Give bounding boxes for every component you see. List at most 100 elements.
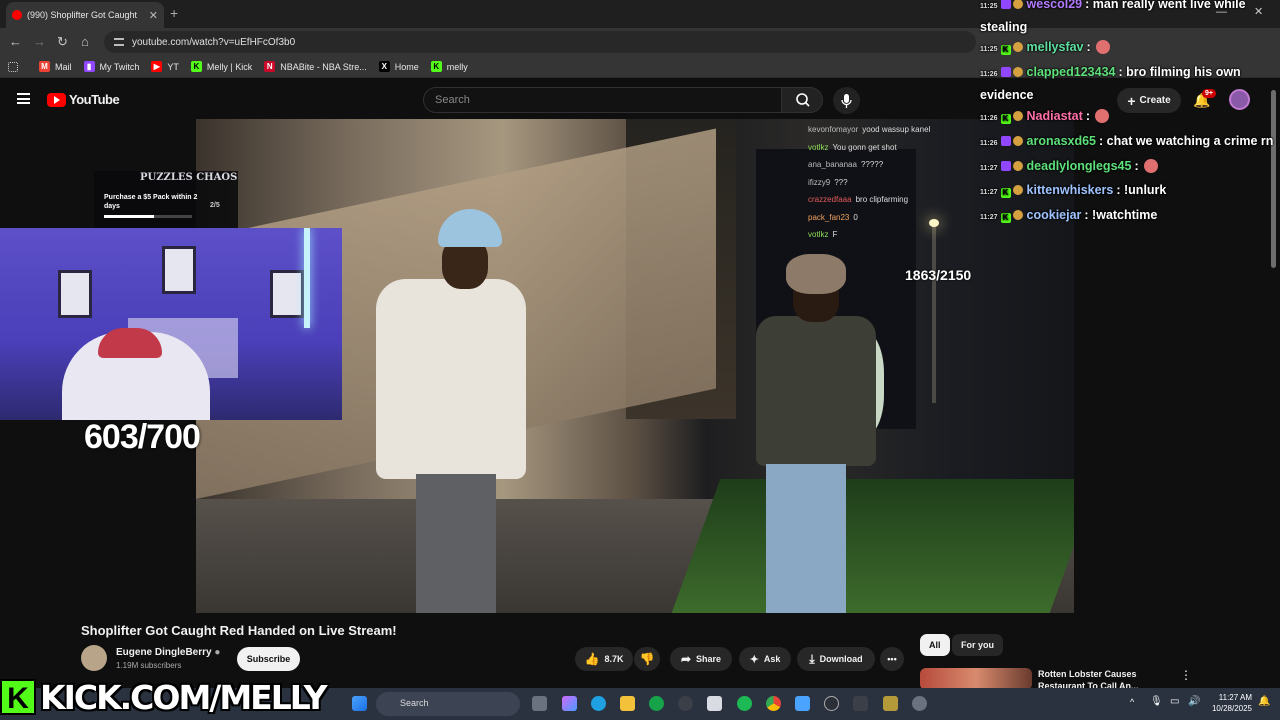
bookmark-mail[interactable]: M Mail <box>39 61 72 72</box>
bookmark-my-twitch[interactable]: ▮ My Twitch <box>83 61 139 72</box>
chat-message: 11:25 wescol29: man really went live whil… <box>980 0 1276 37</box>
video-chat-text: You gonn get shot <box>832 142 897 152</box>
bookmark-melly[interactable]: Kmelly <box>430 61 468 72</box>
taskbar-clock[interactable]: 11:27 AM 10/28/2025 <box>1206 692 1252 714</box>
tab-title: (990) Shoplifter Got Caught <box>27 10 138 20</box>
subscribe-button[interactable]: Subscribe <box>237 647 300 671</box>
channel-avatar[interactable] <box>81 645 107 671</box>
tray-chevron-icon[interactable]: ^ <box>1130 697 1134 707</box>
sponsor-overlay: PUZZLES CHAOS Purchase a $5 Pack within … <box>94 171 238 228</box>
led-strip <box>304 228 310 328</box>
chat-username: wescol29 <box>1026 0 1083 11</box>
chip-for-you[interactable]: For you <box>952 634 1003 656</box>
close-tab-icon[interactable]: ✕ <box>149 9 158 22</box>
copilot-icon[interactable] <box>562 696 577 711</box>
chat-timestamp: 11:25 <box>980 3 998 10</box>
app-icon[interactable] <box>853 696 868 711</box>
back-icon[interactable]: ← <box>9 34 22 49</box>
chat-text: : man really went live while <box>1085 0 1246 11</box>
file-explorer-icon[interactable] <box>620 696 635 711</box>
twitch-platform-icon <box>1000 0 1011 9</box>
chat-badge-icon <box>1012 210 1023 220</box>
app-icon-2[interactable] <box>883 696 898 711</box>
task-view-icon[interactable] <box>532 696 547 711</box>
ask-button[interactable]: ✦ Ask <box>739 647 791 671</box>
site-info-icon[interactable] <box>114 38 124 46</box>
voice-search-button[interactable] <box>833 87 860 114</box>
photos-icon[interactable] <box>795 696 810 711</box>
more-actions-button[interactable]: ••• <box>880 647 904 671</box>
chat-username: cookiejar <box>1026 208 1082 222</box>
chat-text: : !unlurk <box>1116 183 1167 197</box>
channel-name[interactable]: Eugene DingleBerry ● <box>116 647 220 658</box>
edge-icon[interactable] <box>591 696 606 711</box>
clock-time: 11:27 AM <box>1218 693 1252 702</box>
chat-username: kittenwhiskers <box>1026 183 1114 197</box>
reload-icon[interactable]: ↻ <box>57 34 68 50</box>
share-button[interactable]: ➦ Share <box>670 647 732 671</box>
recommended-thumbnail[interactable] <box>920 668 1032 690</box>
github-icon[interactable] <box>678 696 693 711</box>
browser-tab-active[interactable]: (990) Shoplifter Got Caught ✕ <box>6 2 164 28</box>
kick-icon: K <box>190 61 202 72</box>
new-tab-icon[interactable]: + <box>170 5 178 21</box>
chat-message: 11:26 clapped123434: bro filming his own e… <box>980 62 1276 105</box>
video-chat-line: votlkz F <box>808 226 978 244</box>
store-icon[interactable] <box>707 696 722 711</box>
settings-gear-icon[interactable] <box>912 696 927 711</box>
bookmark-nbabite[interactable]: N NBABite - NBA Stre... <box>264 61 367 72</box>
search-button[interactable] <box>781 87 823 113</box>
taskbar-search-label: Search <box>400 698 429 708</box>
network-icon[interactable]: ▭ <box>1170 696 1179 707</box>
apps-grid-icon[interactable] <box>8 61 23 72</box>
verified-icon: ● <box>214 647 221 658</box>
bookmark-melly-kick[interactable]: K Melly | Kick <box>190 61 252 72</box>
video-chat-line: ifizzy9??? <box>808 174 978 192</box>
puzzles-chaos-logo: PUZZLES CHAOS <box>140 172 238 183</box>
thumbs-down-icon: 👎 <box>639 652 655 666</box>
volume-icon[interactable]: 🔊 <box>1188 696 1200 707</box>
video-chat-user: ifizzy9 <box>808 177 831 187</box>
notification-tray-icon[interactable]: 🔔 <box>1258 696 1270 707</box>
chat-emote-icon <box>1095 40 1110 54</box>
spotify-icon[interactable] <box>737 696 752 711</box>
bookmark-home[interactable]: X Home <box>378 61 419 72</box>
chat-timestamp: 11:27 <box>980 214 998 221</box>
video-chat-user: pack_fan23 <box>808 212 850 222</box>
recommended-more-icon[interactable]: ⋮ <box>1180 668 1192 682</box>
share-icon: ➦ <box>680 652 692 666</box>
forward-icon[interactable]: → <box>33 34 46 49</box>
youtube-logo[interactable]: YouTube <box>47 92 120 107</box>
url-bar[interactable]: youtube.com/watch?v=uEfHFcOf3b0 <box>104 31 976 53</box>
chat-username: aronasxd65 <box>1026 134 1097 148</box>
bookmark-yt[interactable]: ▶ YT <box>151 61 179 72</box>
search-input[interactable]: Search <box>423 87 782 113</box>
media-player-icon[interactable] <box>824 696 839 711</box>
thumbs-up-icon: 👍 <box>584 652 600 666</box>
video-chat-text: bro clipfarming <box>855 195 909 204</box>
chat-timestamp: 11:27 <box>980 189 998 196</box>
chat-badge-icon <box>1012 42 1023 52</box>
home-icon[interactable]: ⌂ <box>81 34 89 49</box>
subscriber-count: 1.19M subscribers <box>116 661 182 670</box>
video-chat-user: ana_bananaa <box>808 160 857 169</box>
chat-timestamp: 11:27 <box>980 165 998 172</box>
windows-start-icon[interactable] <box>352 696 367 711</box>
video-chat-text: ????? <box>860 160 884 169</box>
chrome-icon[interactable] <box>766 696 781 711</box>
download-button[interactable]: ⤓ Download <box>797 647 875 671</box>
dislike-button[interactable]: 👎 <box>634 647 660 671</box>
recommended-title[interactable]: Rotten Lobster Causes Restaurant To Call… <box>1038 668 1174 690</box>
chat-username: deadlylonglegs45 <box>1026 159 1132 173</box>
xbox-icon[interactable] <box>649 696 664 711</box>
menu-icon[interactable] <box>17 93 30 104</box>
chat-message: 11:27 Kcookiejar: !watchtime <box>980 205 1276 228</box>
stream-chat-overlay: 11:25 wescol29: man really went live whil… <box>978 0 1280 232</box>
microphone-tray-icon[interactable]: 🎙 <box>1150 696 1163 707</box>
taskbar-search[interactable]: Search <box>376 692 520 716</box>
kick-icon: K <box>430 61 442 72</box>
like-button[interactable]: 👍 8.7K <box>575 647 633 671</box>
chat-badge-icon <box>1012 136 1023 146</box>
chip-all[interactable]: All <box>920 634 950 656</box>
chat-text: : chat we watching a crime rn <box>1099 134 1274 148</box>
